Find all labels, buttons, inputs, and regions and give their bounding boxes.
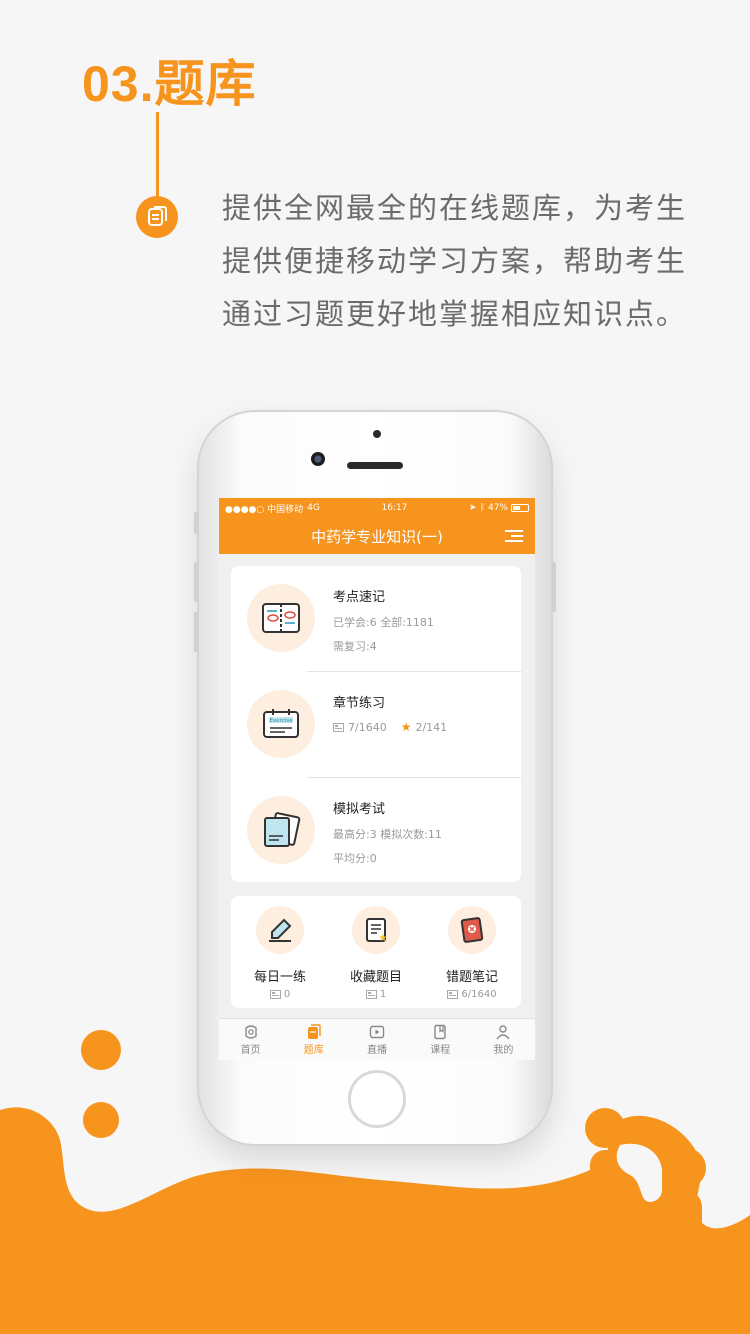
location-icon: ➤ xyxy=(469,503,477,513)
tab-question-bank[interactable]: 题库 xyxy=(282,1019,345,1060)
power-button xyxy=(552,562,556,612)
tab-mine[interactable]: 我的 xyxy=(472,1019,535,1060)
count-icon xyxy=(269,990,281,999)
intro-text: 提供全网最全的在线题库，为考生 提供便捷移动学习方案，帮助考生 通过习题更好地掌… xyxy=(222,182,692,341)
question-count-icon xyxy=(333,722,344,732)
exercise-icon: Exercise xyxy=(247,690,315,758)
quick-favorites[interactable]: ★ 收藏题目 1 xyxy=(328,896,424,1008)
quick-daily-practice[interactable]: 每日一练 0 xyxy=(232,896,328,1008)
earpiece-speaker xyxy=(347,462,403,469)
menu-icon[interactable] xyxy=(505,529,523,543)
timeline-line xyxy=(156,112,159,204)
quick-label: 收藏题目 xyxy=(349,970,402,985)
clock: 16:17 xyxy=(381,503,408,513)
intro-line: 提供全网最全的在线题库，为考生 xyxy=(222,191,688,225)
question-count: 7/1640 xyxy=(348,720,387,734)
favorite-list-icon: ★ xyxy=(352,906,400,954)
quick-count-value: 1 xyxy=(379,989,387,1000)
volume-up-button xyxy=(194,562,198,602)
battery-icon xyxy=(511,504,529,512)
quick-count-value: 0 xyxy=(283,989,291,1000)
volume-down-button xyxy=(194,612,198,652)
question-bank-icon xyxy=(307,1023,321,1039)
proximity-sensor xyxy=(373,430,381,438)
quick-error-notes[interactable]: 错题笔记 6/1640 xyxy=(424,896,520,1008)
quick-count: 0 xyxy=(232,989,328,1000)
nav-title: 中药学专业知识(一) xyxy=(311,527,443,546)
phone-mockup: ●●●●○ 中国移动 4G 16:17 ➤ ᛒ 47% 中药学专业知识(一) 考… xyxy=(194,410,556,1146)
status-bar: ●●●●○ 中国移动 4G 16:17 ➤ ᛒ 47% xyxy=(219,498,535,518)
profile-icon xyxy=(496,1024,510,1039)
module-stats: 已学会:6 全部:1181 xyxy=(333,616,434,629)
front-camera xyxy=(311,452,325,466)
quick-count-value: 6/1640 xyxy=(461,989,497,1000)
quick-label: 每日一练 xyxy=(253,970,306,985)
battery-percent: 47% xyxy=(487,503,508,513)
module-moni[interactable]: 模拟考试 最高分:3 模拟次数:11 平均分:0 xyxy=(231,778,521,884)
tab-label: 我的 xyxy=(493,1044,514,1056)
tab-label: 课程 xyxy=(430,1044,451,1056)
carrier-label: ●●●●○ 中国移动 xyxy=(225,504,304,515)
course-icon xyxy=(434,1024,446,1039)
nav-bar: 中药学专业知识(一) xyxy=(219,518,535,554)
tab-label: 题库 xyxy=(303,1044,324,1056)
svg-text:Exercise: Exercise xyxy=(270,718,294,724)
tab-course[interactable]: 课程 xyxy=(409,1019,472,1060)
module-review: 需复习:4 xyxy=(333,640,377,653)
module-title: 章节练习 xyxy=(333,696,386,711)
count-icon xyxy=(447,990,459,999)
network-label: 4G xyxy=(307,503,320,513)
tab-label: 首页 xyxy=(240,1044,261,1056)
tab-home[interactable]: 首页 xyxy=(219,1019,282,1060)
exam-icon xyxy=(247,796,315,864)
svg-text:★: ★ xyxy=(379,933,388,944)
quick-count: 1 xyxy=(328,989,424,1000)
live-icon xyxy=(369,1025,385,1038)
page-headline: 03.题库 xyxy=(82,56,257,112)
intro-line: 提供便捷移动学习方案，帮助考生 xyxy=(222,244,688,278)
mute-switch xyxy=(194,512,198,534)
question-bank-badge-icon xyxy=(136,196,178,238)
module-kaodian[interactable]: 考点速记 已学会:6 全部:1181 需复习:4 xyxy=(231,566,521,672)
notebook-icon xyxy=(247,584,315,652)
tab-bar: 首页 题库 直播 课程 我的 xyxy=(219,1018,535,1060)
tab-label: 直播 xyxy=(367,1044,387,1056)
intro-line: 通过习题更好地掌握相应知识点。 xyxy=(222,297,688,331)
pen-icon xyxy=(256,906,304,954)
module-stats: 7/1640 ★ 2/141 xyxy=(333,720,447,734)
quick-label: 错题笔记 xyxy=(445,970,498,985)
starred-count: 2/141 xyxy=(415,720,448,734)
home-button[interactable] xyxy=(348,1070,406,1128)
tab-live[interactable]: 直播 xyxy=(345,1019,408,1060)
module-title: 考点速记 xyxy=(333,590,386,605)
app-screen: ●●●●○ 中国移动 4G 16:17 ➤ ᛒ 47% 中药学专业知识(一) 考… xyxy=(219,498,535,1060)
quick-actions-card: 每日一练 0 ★ 收藏题目 1 错题笔记 6/1640 xyxy=(231,896,521,1008)
count-icon xyxy=(365,990,377,999)
star-icon: ★ xyxy=(400,720,412,734)
module-title: 模拟考试 xyxy=(333,802,386,817)
home-icon xyxy=(244,1024,257,1039)
module-stats: 最高分:3 模拟次数:11 xyxy=(333,828,442,841)
bluetooth-icon: ᛒ xyxy=(479,503,485,513)
module-zhangjie[interactable]: Exercise 章节练习 7/1640 ★ 2/141 xyxy=(231,672,521,778)
modules-card: 考点速记 已学会:6 全部:1181 需复习:4 Exercise 章节练习 7… xyxy=(231,566,521,882)
module-average: 平均分:0 xyxy=(333,852,377,865)
quick-count: 6/1640 xyxy=(424,989,520,1000)
error-book-icon xyxy=(448,906,496,954)
